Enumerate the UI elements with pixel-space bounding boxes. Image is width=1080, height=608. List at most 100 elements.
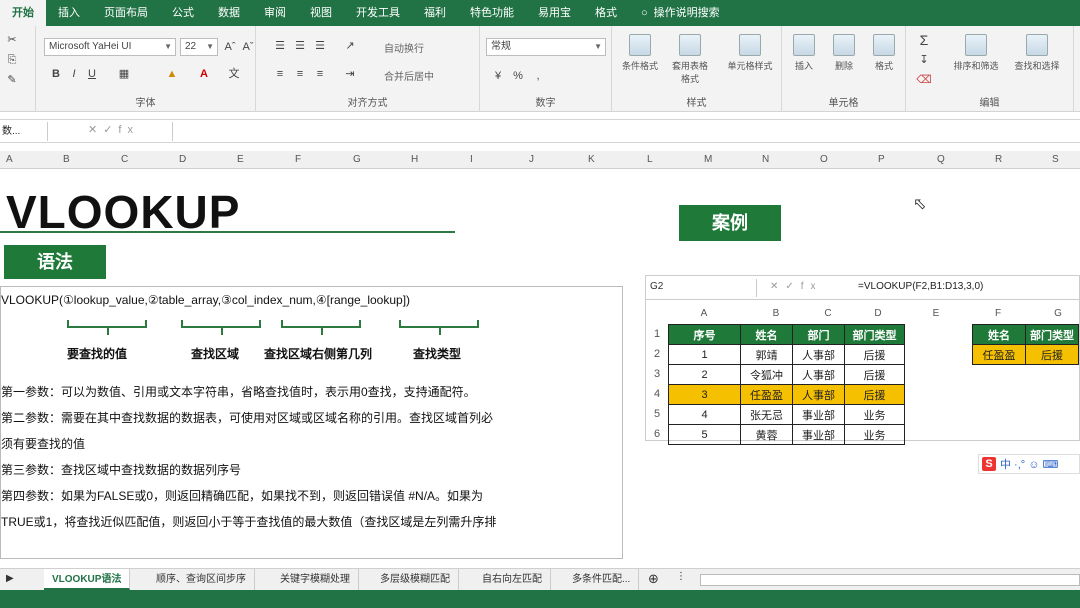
example-formula: =VLOOKUP(F2,B1:D13,3,0)	[858, 281, 984, 292]
number-format-select[interactable]: 常规 ▼	[486, 38, 606, 56]
clipboard-group: ✂ ⎘ ✎	[0, 26, 36, 112]
col-header[interactable]: I	[470, 154, 473, 165]
underline-icon[interactable]: U	[84, 66, 100, 82]
tab-page-layout[interactable]: 页面布局	[92, 0, 160, 26]
col-header[interactable]: J	[529, 154, 534, 165]
col-header[interactable]: D	[179, 154, 186, 165]
fill-color-icon[interactable]: ▲	[164, 66, 180, 82]
bold-icon[interactable]: B	[48, 66, 64, 82]
currency-icon[interactable]: ¥	[490, 68, 506, 84]
tab-easy-tools[interactable]: 易用宝	[526, 0, 583, 26]
percent-icon[interactable]: %	[510, 68, 526, 84]
col-header[interactable]: G	[353, 154, 361, 165]
tab-developer[interactable]: 开发工具	[344, 0, 412, 26]
copy-icon[interactable]: ⎘	[4, 52, 20, 68]
grow-font-icon[interactable]: Aˆ	[222, 39, 238, 55]
col-header[interactable]: C	[121, 154, 128, 165]
comma-icon[interactable]: ,	[530, 68, 546, 84]
col-header[interactable]: K	[588, 154, 595, 165]
col-header[interactable]: H	[411, 154, 418, 165]
col-header[interactable]: R	[995, 154, 1002, 165]
table-cell: 事业部	[792, 404, 845, 425]
orientation-icon[interactable]: ↗	[342, 38, 358, 54]
sheet-tab[interactable]: 关键字模糊处理	[272, 569, 359, 590]
formula-input[interactable]	[172, 122, 1080, 141]
borders-icon[interactable]: ▦	[116, 66, 132, 82]
col-header[interactable]: B	[63, 154, 70, 165]
table-format-button[interactable]: 套用表格格式	[668, 34, 712, 85]
scroll-left-icon[interactable]: ▶	[6, 573, 14, 584]
delete-button[interactable]: 删除	[824, 34, 864, 72]
tab-formulas[interactable]: 公式	[160, 0, 206, 26]
horizontal-scrollbar[interactable]	[700, 574, 1080, 586]
format-button[interactable]: 格式	[864, 34, 904, 72]
col-header[interactable]: L	[647, 154, 653, 165]
tell-me-search[interactable]: ○ 操作说明搜索	[629, 0, 732, 26]
align-left-icon[interactable]: ≡	[272, 66, 288, 82]
sheet-tab[interactable]: VLOOKUP语法	[44, 569, 131, 590]
align-bottom-icon[interactable]: ☰	[312, 38, 328, 54]
fill-icon[interactable]: ↧	[916, 52, 932, 68]
tab-welfare[interactable]: 福利	[412, 0, 458, 26]
font-color-icon[interactable]: A	[196, 66, 212, 82]
col-header[interactable]: P	[878, 154, 885, 165]
table-cell: 张无忌	[740, 404, 793, 425]
ime-toolbar[interactable]: S 中 ·,° ☺ ⌨	[978, 454, 1080, 474]
indent-icon[interactable]: ⇥	[342, 66, 358, 82]
sheet-tab[interactable]: 顺序、查询区间步序	[148, 569, 255, 590]
tab-view[interactable]: 视图	[298, 0, 344, 26]
find-select-button[interactable]: 查找和选择	[1006, 34, 1068, 72]
tab-format[interactable]: 格式	[583, 0, 629, 26]
syntax-header: 语法	[4, 245, 106, 279]
clear-icon[interactable]: ⌫	[916, 72, 932, 88]
col-header[interactable]: N	[762, 154, 769, 165]
format-painter-icon[interactable]: ✎	[4, 72, 20, 88]
align-middle-icon[interactable]: ☰	[292, 38, 308, 54]
phonetic-icon[interactable]: 文	[226, 66, 242, 82]
tab-features[interactable]: 特色功能	[458, 0, 526, 26]
tab-home[interactable]: 开始	[0, 0, 46, 26]
merge-center-button[interactable]: 合并后居中	[384, 68, 434, 83]
cut-icon[interactable]: ✂	[4, 32, 20, 48]
font-name-select[interactable]: Microsoft YaHei UI ▼	[44, 38, 176, 56]
col-header[interactable]: O	[820, 154, 828, 165]
more-options-icon[interactable]: ⋮	[676, 571, 686, 582]
col-header[interactable]: E	[237, 154, 244, 165]
align-top-icon[interactable]: ☰	[272, 38, 288, 54]
table-cell: 人事部	[792, 364, 845, 385]
conditional-format-button[interactable]: 条件格式	[618, 34, 662, 72]
font-size-select[interactable]: 22 ▼	[180, 38, 218, 56]
tab-review[interactable]: 审阅	[252, 0, 298, 26]
italic-icon[interactable]: I	[66, 66, 82, 82]
sheet-tab[interactable]: 自右向左匹配	[474, 569, 551, 590]
col-header[interactable]: A	[6, 154, 13, 165]
tab-data[interactable]: 数据	[206, 0, 252, 26]
autosum-icon[interactable]: Σ	[916, 32, 932, 48]
sogou-logo-icon: S	[982, 457, 996, 471]
col-header[interactable]: M	[704, 154, 712, 165]
align-center-icon[interactable]: ≡	[292, 66, 308, 82]
wrap-text-button[interactable]: 自动换行	[384, 40, 424, 55]
shrink-font-icon[interactable]: Aˇ	[240, 39, 256, 55]
align-right-icon[interactable]: ≡	[312, 66, 328, 82]
sheet-tab-bar: ▶ VLOOKUP语法 顺序、查询区间步序 关键字模糊处理 多层级模糊匹配 自右…	[0, 568, 1080, 590]
name-box[interactable]: 数...	[0, 122, 48, 141]
formula-buttons-icon[interactable]: ✕✓fx	[88, 123, 139, 136]
example-row-number: 5	[653, 408, 661, 420]
insert-button[interactable]: 插入	[784, 34, 824, 72]
sheet-tab[interactable]: 多条件匹配...	[564, 569, 640, 590]
col-header[interactable]: Q	[937, 154, 945, 165]
col-header[interactable]: F	[295, 154, 301, 165]
tell-me-text: 操作说明搜索	[653, 7, 720, 19]
col-header[interactable]: S	[1052, 154, 1059, 165]
sheet-tab[interactable]: 多层级模糊匹配	[372, 569, 459, 590]
cell-style-button[interactable]: 单元格样式	[724, 34, 776, 72]
tab-insert[interactable]: 插入	[46, 0, 92, 26]
table-header: 部门类型	[844, 324, 905, 345]
chevron-down-icon: ▼	[206, 42, 214, 51]
sort-filter-button[interactable]: 排序和筛选	[948, 34, 1004, 72]
worksheet[interactable]: VLOOKUP 语法 案例 ⬁ VLOOKUP(①lookup_value,②t…	[0, 169, 1080, 568]
add-sheet-icon[interactable]: ⊕	[648, 571, 659, 587]
arg-label: 要查找的值	[67, 347, 128, 361]
syntax-line: VLOOKUP(①lookup_value,②table_array,③col_…	[1, 293, 411, 307]
